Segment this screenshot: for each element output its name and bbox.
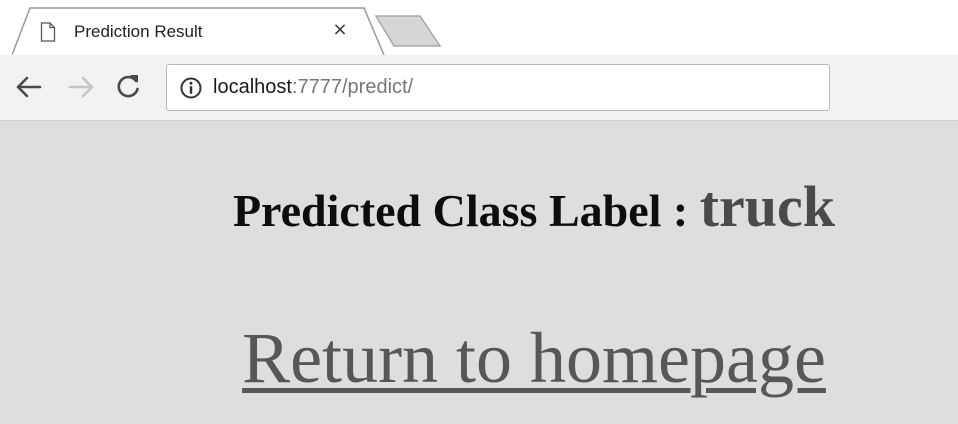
forward-arrow-icon[interactable] [66,70,98,104]
prediction-heading: Predicted Class Label : truck [0,173,958,240]
url-host: localhost [213,76,292,98]
address-bar[interactable]: localhost:7777/predict/ [166,64,830,111]
new-tab-button[interactable] [372,14,444,48]
page-content: Predicted Class Label : truck Return to … [0,121,958,424]
browser-window: Prediction Result × localhost:7777/predi… [0,0,958,424]
tab-title: Prediction Result [74,22,203,41]
tab-prediction-result[interactable]: Prediction Result × [12,6,390,56]
document-icon [40,22,56,42]
browser-toolbar: localhost:7777/predict/ [0,55,958,121]
close-icon[interactable]: × [330,20,350,40]
reload-icon[interactable] [112,70,144,104]
back-arrow-icon[interactable] [12,70,44,104]
info-icon[interactable] [179,76,203,100]
url-text[interactable]: localhost:7777/predict/ [213,76,413,99]
predicted-class-value: truck [699,174,836,239]
return-home-link[interactable]: Return to homepage [0,317,958,400]
url-path: :7777/predict/ [291,76,414,98]
tab-strip: Prediction Result × [0,0,958,56]
prediction-label: Predicted Class Label : [232,185,700,236]
